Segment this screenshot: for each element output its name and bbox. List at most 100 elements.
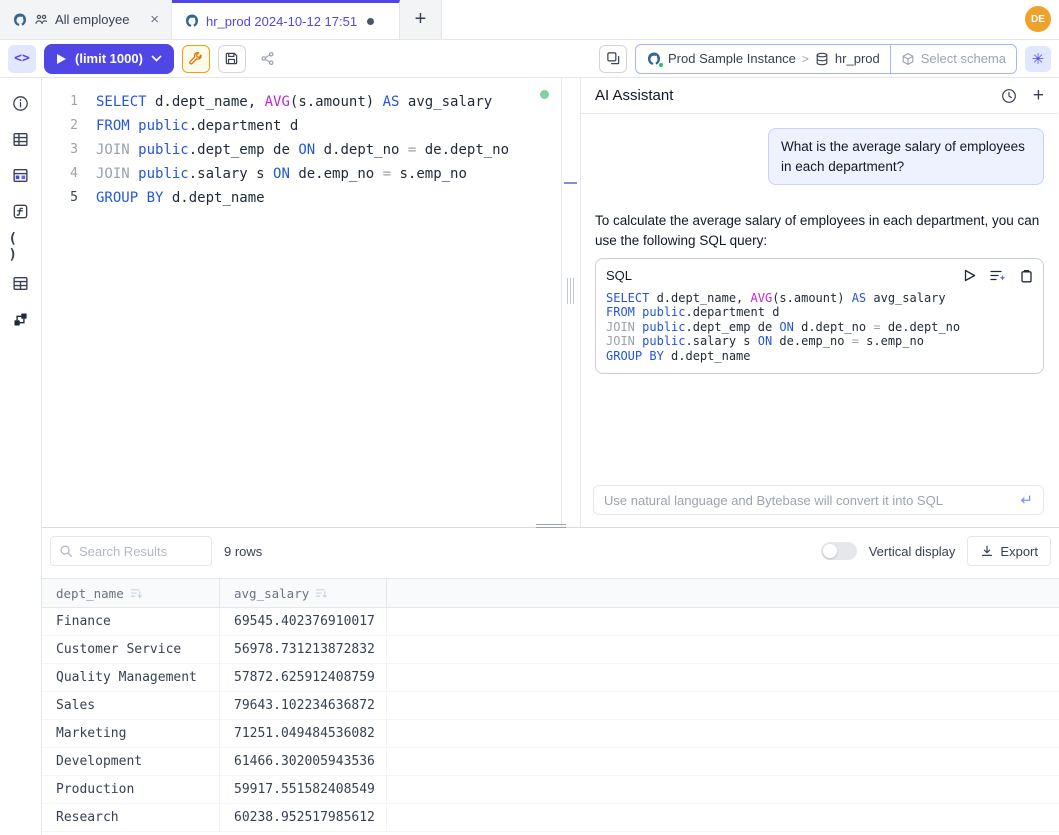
table-cell[interactable]: 57872.625912408759 [220,664,387,691]
table-row[interactable]: Customer Service56978.731213872832 [42,636,1059,664]
sql-snippet: SELECT d.dept_name, AVG(s.amount) AS avg… [606,291,1033,364]
sort-icon [315,588,328,599]
postgres-icon [12,12,28,28]
unsaved-dot-icon [367,18,374,25]
vertical-drag-handle-icon[interactable] [567,278,574,304]
run-button-label: (limit 1000) [75,51,143,66]
submit-enter-icon[interactable]: ↵ [1020,491,1033,509]
vertical-display-label: Vertical display [869,544,956,559]
er-diagram-icon[interactable] [9,308,33,330]
schema-diagram-icon[interactable] [9,164,33,186]
column-label: dept_name [56,586,124,601]
tab-label: All employee [55,12,129,27]
history-clock-icon[interactable] [1001,88,1017,104]
vertical-display-toggle[interactable] [821,542,857,560]
table-cell[interactable]: 60238.952517985612 [220,804,387,831]
table-cell[interactable]: 59917.551582408549 [220,776,387,803]
column-header-avg-salary[interactable]: avg_salary [220,579,387,607]
code-panel-toggle-icon[interactable]: <> [8,45,36,73]
editor-row: 1SELECT d.dept_name, AVG(s.amount) AS av… [42,78,1059,527]
tab-all-employee[interactable]: All employee × [0,0,172,39]
table-cell[interactable]: Quality Management [42,664,220,691]
code-language-label: SQL [606,266,632,286]
search-results-box[interactable] [50,536,212,566]
search-icon [59,544,73,558]
new-chat-icon[interactable]: + [1033,86,1044,105]
tables-icon[interactable] [9,128,33,150]
close-icon[interactable]: × [150,11,159,28]
table-cell[interactable]: 69545.402376910017 [220,608,387,635]
instance-database-selector[interactable]: Prod Sample Instance > hr_prod [636,45,890,73]
chevron-down-icon [151,55,162,62]
assistant-chat-message: To calculate the average salary of emplo… [595,211,1044,374]
run-snippet-icon[interactable] [964,269,976,282]
share-icon[interactable] [254,45,282,73]
tab-hr-prod[interactable]: hr_prod 2024-10-12 17:51 [172,0,400,39]
insert-into-editor-icon[interactable] [990,269,1006,282]
sql-editor-app: All employee × hr_prod 2024-10-12 17:51 … [0,0,1059,835]
worksheets-icon[interactable] [599,45,627,73]
table-cell[interactable]: Research [42,804,220,831]
table-cell[interactable]: 61466.302005943536 [220,748,387,775]
table-row[interactable]: Production59917.551582408549 [42,776,1059,804]
table-cell[interactable]: 71251.049484536082 [220,720,387,747]
save-button[interactable] [218,45,246,73]
table-cell[interactable]: Development [42,748,220,775]
format-wrench-button[interactable] [182,45,210,73]
table-cell[interactable]: Finance [42,608,220,635]
info-icon[interactable] [9,92,33,114]
left-sidebar: ( ) [0,78,42,835]
connection-breadcrumb: Prod Sample Instance > hr_prod Select sc… [635,44,1017,74]
procedures-icon[interactable]: ( ) [9,236,33,258]
table-row[interactable]: Research60238.952517985612 [42,804,1059,832]
new-tab-button[interactable]: + [400,0,442,39]
schema-cube-icon [901,52,915,66]
column-header-dept-name[interactable]: dept_name [42,579,220,607]
table-row[interactable]: Development61466.302005943536 [42,748,1059,776]
export-label: Export [1000,544,1038,559]
table-row[interactable]: Marketing71251.049484536082 [42,720,1059,748]
tab-label: hr_prod 2024-10-12 17:51 [206,14,357,29]
app-body: ( ) 1SELECT d.dept_name, AVG(s.amount) A… [0,78,1059,835]
functions-icon[interactable] [9,200,33,222]
table-cell[interactable]: Sales [42,692,220,719]
main-column: 1SELECT d.dept_name, AVG(s.amount) AS av… [42,78,1059,835]
sql-code-card: SQL SELECT d.dept_name, AVG(s.amount) AS… [595,258,1044,375]
copy-icon[interactable] [1020,269,1033,283]
user-avatar[interactable]: DE [1025,6,1051,32]
run-query-button[interactable]: (limit 1000) [44,44,174,74]
ai-assistant-panel: AI Assistant + What is the average salar… [580,78,1058,527]
instance-name: Prod Sample Instance [668,51,796,66]
horizontal-drag-handle-icon[interactable] [536,524,566,528]
table-row[interactable]: Sales79643.102234636872 [42,692,1059,720]
ai-chat-body: What is the average salary of employees … [581,114,1058,527]
export-button[interactable]: Export [967,536,1051,566]
panel-resize-gutter[interactable] [562,78,580,527]
schema-selector[interactable]: Select schema [890,45,1016,73]
overview-ruler-mark [564,182,577,184]
column-label: avg_salary [234,586,309,601]
table-cell[interactable]: 79643.102234636872 [220,692,387,719]
row-count-label: 9 rows [224,544,262,559]
shared-sheet-icon [34,12,49,27]
search-results-input[interactable] [79,544,203,559]
table-cell[interactable]: 56978.731213872832 [220,636,387,663]
table-row[interactable]: Finance69545.402376910017 [42,608,1059,636]
ai-assistant-icon[interactable]: ✳ [1025,46,1051,72]
results-grid: dept_name avg_salary Finance69545.402376… [42,578,1059,832]
toolbar-right-group: Prod Sample Instance > hr_prod Select sc… [599,44,1051,74]
views-icon[interactable] [9,272,33,294]
schema-placeholder: Select schema [921,51,1006,66]
table-cell[interactable]: Customer Service [42,636,220,663]
sort-icon [130,588,143,599]
ai-prompt-input[interactable] [604,493,1020,508]
table-cell[interactable]: Production [42,776,220,803]
results-rows: Finance69545.402376910017Customer Servic… [42,608,1059,832]
tab-bar: All employee × hr_prod 2024-10-12 17:51 … [0,0,1059,40]
postgres-icon [184,13,200,29]
breadcrumb-separator: > [802,52,809,66]
results-panel: 9 rows Vertical display Export dept_name [42,527,1059,835]
table-row[interactable]: Quality Management57872.625912408759 [42,664,1059,692]
table-cell[interactable]: Marketing [42,720,220,747]
sql-editor[interactable]: 1SELECT d.dept_name, AVG(s.amount) AS av… [42,78,562,527]
